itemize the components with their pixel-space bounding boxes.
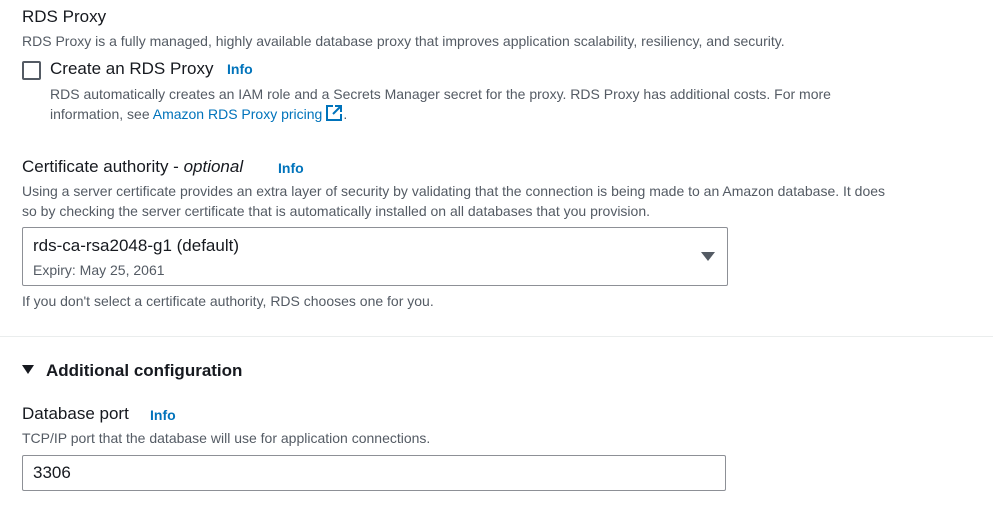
caret-down-icon[interactable] [22,365,34,374]
certificate-authority-description-line1: Using a server certificate provides an e… [22,183,886,199]
certificate-authority-info-link[interactable]: Info [278,160,304,176]
rds-proxy-info-link[interactable]: Info [227,61,253,77]
certificate-authority-description-line2: so by checking the server certificate th… [22,203,650,219]
database-port-input[interactable] [22,455,726,491]
certificate-authority-label-text: Certificate authority - [22,157,184,176]
database-port-description: TCP/IP port that the database will use f… [22,430,431,446]
certificate-authority-label: Certificate authority - optional [22,157,243,177]
certificate-authority-select[interactable]: rds-ca-rsa2048-g1 (default) Expiry: May … [22,227,728,286]
external-link-icon[interactable] [325,104,343,128]
section-divider [0,336,993,337]
rds-proxy-note-prefix: information, see [50,106,153,122]
rds-proxy-heading: RDS Proxy [22,7,107,26]
rds-proxy-description: RDS Proxy is a fully managed, highly ava… [22,33,785,49]
caret-down-icon [701,252,715,261]
create-rds-proxy-label[interactable]: Create an RDS Proxy [50,59,213,79]
database-port-label: Database port [22,404,129,423]
certificate-authority-selected-value: rds-ca-rsa2048-g1 (default) [33,236,239,255]
rds-proxy-note-line1: RDS automatically creates an IAM role an… [50,86,831,102]
create-rds-proxy-checkbox[interactable] [22,61,41,80]
rds-proxy-pricing-link[interactable]: Amazon RDS Proxy pricing [153,106,323,122]
rds-proxy-note-line2: information, see Amazon RDS Proxy pricin… [50,104,347,128]
certificate-authority-optional: optional [183,157,244,176]
rds-proxy-note-suffix: . [343,106,348,122]
additional-configuration-toggle[interactable]: Additional configuration [46,361,242,381]
certificate-authority-hint: If you don't select a certificate author… [22,293,434,309]
database-port-info-link[interactable]: Info [150,407,176,423]
certificate-authority-expiry: Expiry: May 25, 2061 [33,262,165,278]
